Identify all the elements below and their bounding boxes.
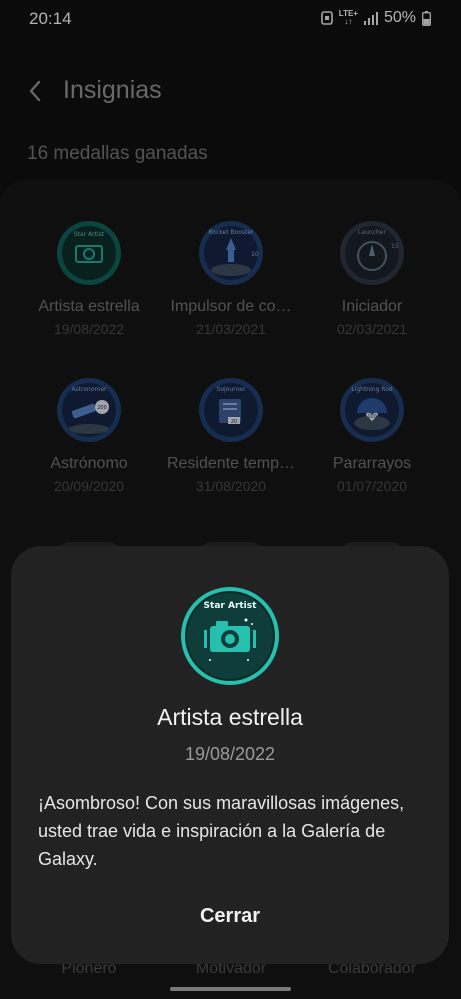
dialog-title: Artista estrella <box>157 704 303 730</box>
close-button[interactable]: Cerrar <box>150 894 310 938</box>
dialog-description: ¡Asombroso! Con sus maravillosas imágene… <box>38 793 405 869</box>
dialog-badge-text: Star Artist <box>204 601 258 611</box>
home-indicator[interactable] <box>170 987 291 991</box>
badge-detail-dialog: Star Artist Artista estrella 19/08/2022 … <box>11 546 449 964</box>
dialog-date: 19/08/2022 <box>184 744 276 764</box>
camera-badge-icon: Star Artist <box>181 587 279 685</box>
